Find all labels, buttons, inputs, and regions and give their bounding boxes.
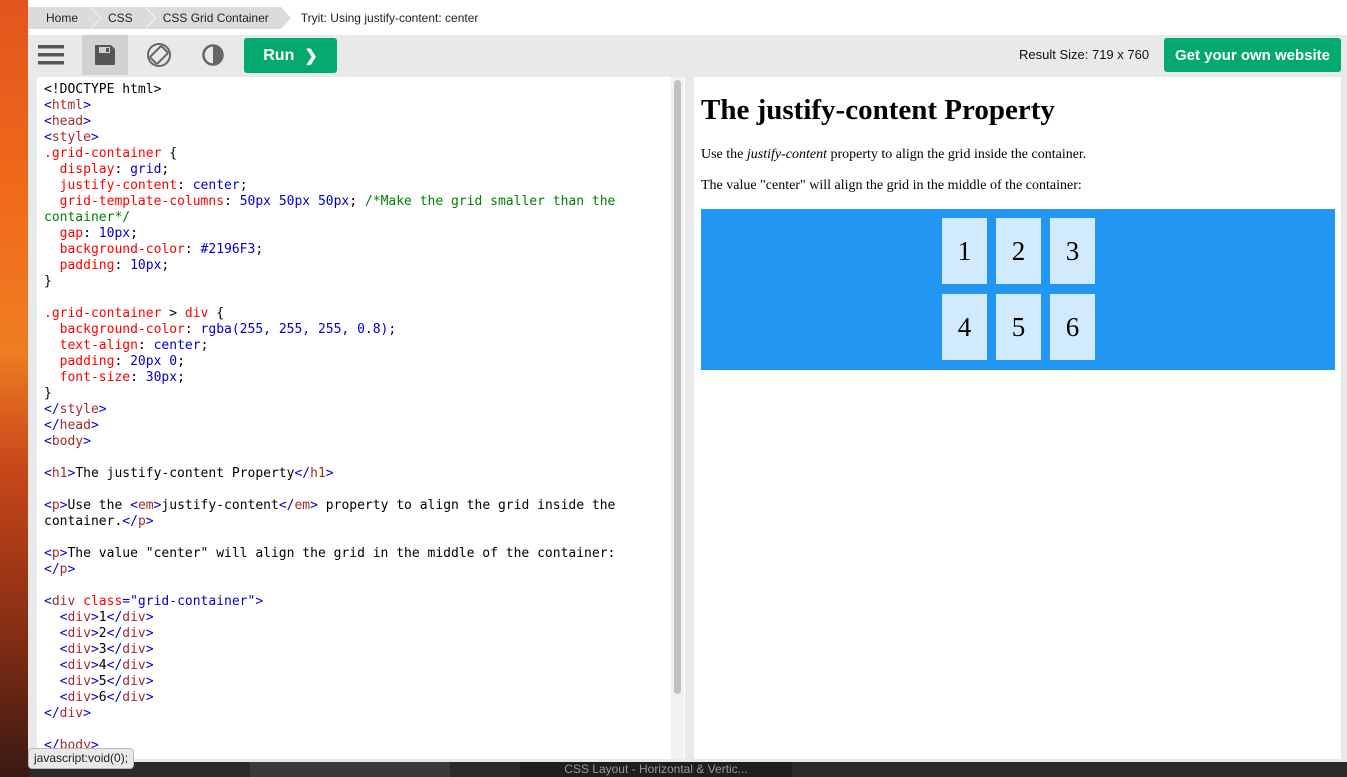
code-line: <div>4</div> (59, 658, 154, 673)
chevron-right-icon: ❯ (304, 47, 318, 65)
menu-icon (38, 45, 64, 65)
breadcrumb-current: Tryit: Using justify-content: center (280, 7, 491, 29)
code-line: } (44, 274, 52, 289)
status-bar-url: javascript:void(0); (28, 748, 135, 769)
p1-emphasis: justify-content (746, 147, 827, 162)
theme-toggle-button[interactable] (190, 35, 236, 75)
grid-item: 3 (1050, 218, 1095, 284)
code-line: justify-content: center; (59, 178, 248, 193)
run-label: Run (263, 46, 295, 64)
code-line: container.</p> (44, 514, 154, 529)
dock-item (250, 762, 450, 777)
code-line: </p> (44, 562, 76, 577)
grid-item: 1 (942, 218, 987, 284)
code-line: <html> (44, 98, 91, 113)
code-line: background-color: rgba(255, 255, 255, 0.… (59, 322, 397, 337)
code-scrollbar-thumb[interactable] (674, 80, 681, 694)
grid-item: 6 (1050, 294, 1095, 360)
code-line: <h1>The justify-content Property</h1> (44, 466, 334, 481)
code-line: <head> (44, 114, 91, 129)
code-line: </style> (44, 402, 107, 417)
code-line: padding: 10px; (59, 258, 170, 273)
code-text[interactable]: <!DOCTYPE html> <html> <head> <style> .grid-… (44, 82, 615, 754)
code-line: padding: 20px 0; (59, 354, 185, 369)
dock-item-label: CSS Layout - Horizontal & Vertic... (520, 762, 792, 777)
code-line: <p>Use the <em>justify-content</em> prop… (44, 498, 616, 513)
rotate-button[interactable] (136, 35, 182, 75)
code-line: .grid-container > div { (44, 306, 225, 321)
code-line: <!DOCTYPE html> (44, 82, 162, 97)
save-button[interactable] (82, 35, 128, 75)
code-line: .grid-container { (44, 146, 178, 161)
code-line: gap: 10px; (59, 226, 138, 241)
code-line: text-align: center; (59, 338, 209, 353)
code-line: grid-template-columns: 50px 50px 50px; /… (59, 194, 616, 209)
menu-button[interactable] (28, 35, 74, 75)
grid-item: 4 (942, 294, 987, 360)
grid-item: 2 (996, 218, 1041, 284)
result-paragraph-1: Use the justify-content property to alig… (701, 147, 1086, 163)
code-line: <div>5</div> (59, 674, 154, 689)
run-button[interactable]: Run ❯ (244, 38, 337, 73)
result-size-label: Result Size: 719 x 760 (1019, 47, 1150, 62)
code-line: <div>6</div> (59, 690, 154, 705)
code-line: <div class="grid-container"> (44, 594, 264, 609)
code-line: } (44, 386, 52, 401)
grid-item: 5 (996, 294, 1041, 360)
result-heading: The justify-content Property (701, 94, 1055, 126)
code-line: </div> (44, 706, 91, 721)
breadcrumb-home[interactable]: Home (28, 7, 102, 29)
p1-text: Use the (701, 147, 747, 162)
code-line: <div>3</div> (59, 642, 154, 657)
desktop-wallpaper (0, 0, 30, 777)
dock-area: CSS Layout - Horizontal & Vertic... (250, 762, 810, 777)
code-line: container*/ (44, 210, 131, 225)
code-line: font-size: 30px; (59, 370, 185, 385)
p1-text-end: property to align the grid inside the co… (826, 147, 1087, 162)
code-line: <style> (44, 130, 99, 145)
code-line: <div>2</div> (59, 626, 154, 641)
toolbar: Run ❯ Result Size: 719 x 760 Get your ow… (28, 35, 1347, 75)
code-line: <p>The value "center" will align the gri… (44, 546, 616, 561)
code-editor[interactable]: <!DOCTYPE html> <html> <head> <style> .grid-… (37, 77, 686, 759)
code-line: background-color: #2196F3; (59, 242, 264, 257)
breadcrumb-grid-container[interactable]: CSS Grid Container (144, 7, 292, 29)
grid-container: 1 2 3 4 5 6 (701, 209, 1335, 370)
result-paragraph-2: The value "center" will align the grid i… (701, 178, 1082, 193)
panel-resizer[interactable] (685, 77, 694, 759)
save-icon (95, 45, 115, 65)
code-line: <body> (44, 434, 91, 449)
tryit-window: Home CSS CSS Grid Container Tryit: Using… (28, 0, 1347, 762)
rotate-icon (147, 43, 171, 67)
code-line: <div>1</div> (59, 610, 154, 625)
code-line: display: grid; (59, 162, 170, 177)
contrast-icon (202, 44, 224, 66)
result-panel: The justify-content Property Use the jus… (694, 77, 1341, 759)
breadcrumb: Home CSS CSS Grid Container Tryit: Using… (28, 7, 491, 29)
get-your-own-website-button[interactable]: Get your own website (1164, 38, 1341, 72)
code-line: </head> (44, 418, 99, 433)
